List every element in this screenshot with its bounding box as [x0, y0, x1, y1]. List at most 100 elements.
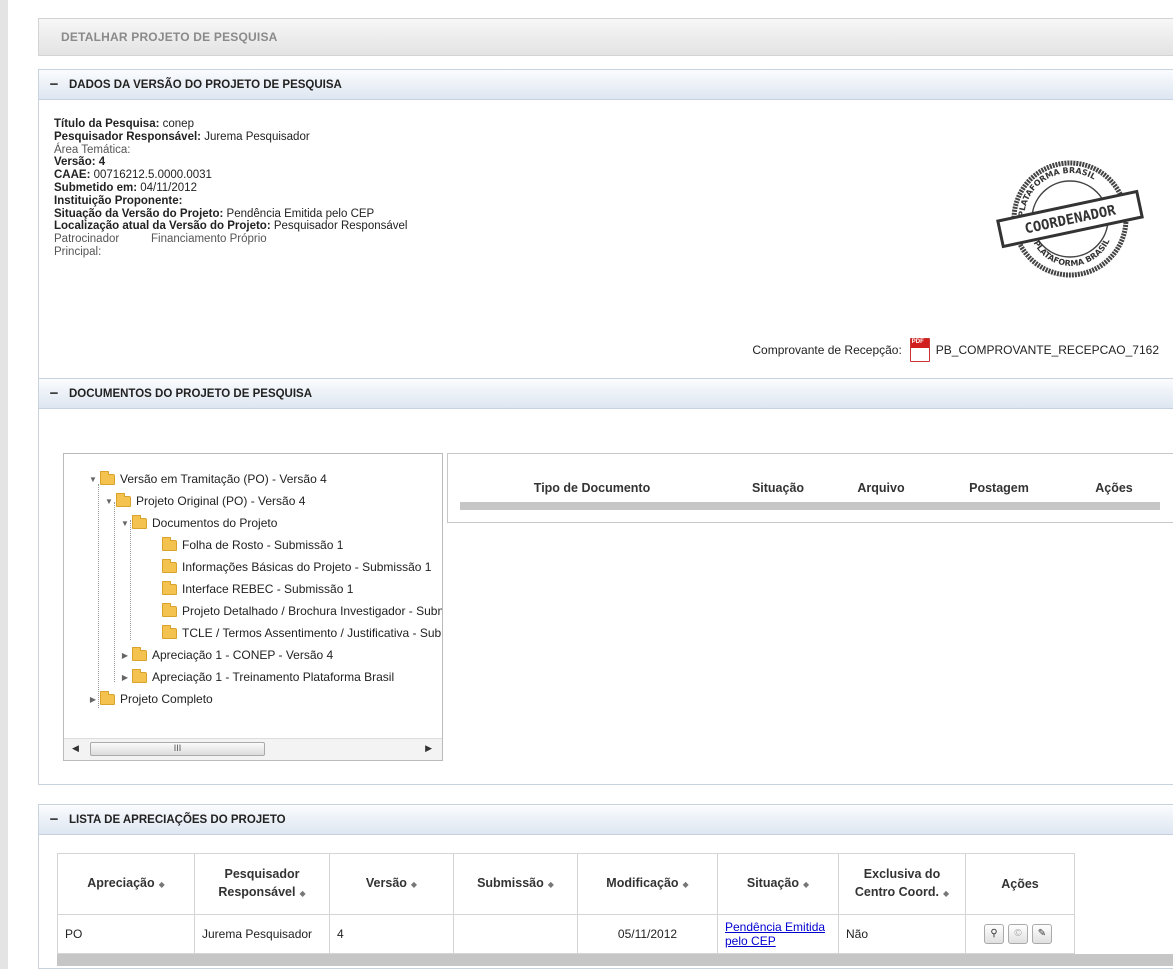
tree-node-label[interactable]: Versão em Tramitação (PO) - Versão 4	[120, 472, 327, 486]
tree-node[interactable]: TCLE / Termos Assentimento / Justificati…	[162, 624, 442, 642]
tree-node-label[interactable]: Projeto Detalhado / Brochura Investigado…	[182, 604, 442, 618]
col-situacao[interactable]: Situação ◆	[717, 853, 839, 915]
col-apreciacao[interactable]: Apreciação ◆	[57, 853, 195, 915]
sort-icon[interactable]: ◆	[803, 880, 809, 889]
tree-node-label[interactable]: Apreciação 1 - CONEP - Versão 4	[152, 648, 333, 662]
header-label: Responsável	[218, 885, 296, 899]
tree-node[interactable]: ▼ Versão em Tramitação (PO) - Versão 4	[88, 470, 327, 488]
col-pesquisador[interactable]: Pesquisador Responsável ◆	[194, 853, 330, 915]
tree-node[interactable]: ▶ Apreciação 1 - Treinamento Plataforma B…	[120, 668, 394, 686]
col-arquivo[interactable]: Arquivo	[832, 481, 930, 495]
header-label: Exclusiva do	[863, 867, 941, 881]
collapse-icon[interactable]: −	[39, 811, 69, 828]
tree-guide-line	[114, 502, 115, 682]
receipt-file-link[interactable]: PB_COMPROVANTE_RECEPCAO_7162	[936, 343, 1159, 357]
patrocinador-label: Patrocinador	[54, 233, 120, 246]
folder-icon	[162, 536, 177, 551]
expand-toggle-icon[interactable]: ▶	[88, 695, 98, 704]
situacao-link[interactable]: Pendência Emitida	[725, 920, 825, 934]
folder-icon	[100, 690, 115, 705]
edit-icon[interactable]: ✎	[1032, 924, 1052, 944]
table-header-row: Apreciação ◆ Pesquisador Responsável ◆ Vers…	[57, 853, 1075, 915]
caae-row: CAAE: 00716212.5.0000.0031	[54, 169, 407, 182]
cell-versao: 4	[329, 914, 454, 954]
tree-node-label[interactable]: Informações Básicas do Projeto - Submiss…	[182, 560, 431, 574]
pdf-icon[interactable]: PDF	[909, 338, 930, 362]
tree-node[interactable]: Interface REBEC - Submissão 1	[162, 580, 353, 598]
expand-toggle-icon[interactable]: ▼	[120, 519, 130, 528]
apreciacoes-table: Apreciação ◆ Pesquisador Responsável ◆ Vers…	[57, 853, 1075, 954]
col-exclusiva[interactable]: Exclusiva do Centro Coord. ◆	[838, 853, 966, 915]
folder-icon	[162, 558, 177, 573]
coordenador-stamp-icon: PLATAFORMA BRASIL PLATAFORMA BRASIL COOR…	[996, 160, 1144, 278]
scrollbar-thumb[interactable]: III	[90, 742, 265, 756]
left-rail	[0, 0, 8, 969]
folder-icon	[116, 492, 131, 507]
sort-icon[interactable]: ◆	[683, 880, 689, 889]
project-info: Título da Pesquisa: conep Pesquisador Re…	[54, 118, 407, 259]
situacao-value: Pendência Emitida pelo CEP	[223, 207, 375, 220]
submetido-value: 04/11/2012	[137, 181, 197, 194]
dados-panel: − DADOS DA VERSÃO DO PROJETO DE PESQUISA…	[38, 69, 1173, 388]
cell-exclusiva: Não	[838, 914, 966, 954]
scroll-left-icon[interactable]: ◀	[72, 743, 79, 754]
sort-icon[interactable]: ◆	[411, 880, 417, 889]
copy-icon[interactable]: ©	[1008, 924, 1028, 944]
col-postagem[interactable]: Postagem	[930, 481, 1068, 495]
tree-node[interactable]: ▼ Documentos do Projeto	[120, 514, 277, 532]
tree-node-label[interactable]: Projeto Completo	[120, 692, 213, 706]
folder-icon	[162, 580, 177, 595]
caae-value: 00716212.5.0000.0031	[90, 169, 212, 182]
tree-node-label[interactable]: Documentos do Projeto	[152, 516, 277, 530]
tree-node[interactable]: ▶ Projeto Completo	[88, 690, 213, 708]
scroll-right-icon[interactable]: ▶	[425, 743, 432, 754]
folder-icon	[132, 514, 147, 529]
expand-toggle-icon[interactable]: ▶	[120, 651, 130, 660]
receipt: Comprovante de Recepção: PDF PB_COMPROVA…	[752, 338, 1159, 362]
apreciacoes-panel: − LISTA DE APRECIAÇÕES DO PROJETO Apreci…	[38, 804, 1173, 969]
col-tipo-documento[interactable]: Tipo de Documento	[460, 481, 724, 495]
col-modificacao[interactable]: Modificação ◆	[577, 853, 718, 915]
folder-icon	[162, 624, 177, 639]
localizacao-value: Pesquisador Responsável	[270, 220, 408, 233]
sort-icon[interactable]: ◆	[548, 880, 554, 889]
tree-node-label[interactable]: TCLE / Termos Assentimento / Justificati…	[182, 626, 442, 640]
situacao-link[interactable]: pelo CEP	[725, 934, 776, 948]
col-acoes[interactable]: Ações	[1068, 481, 1160, 495]
collapse-icon[interactable]: −	[39, 76, 69, 93]
expand-toggle-icon[interactable]: ▼	[88, 475, 98, 484]
folder-icon	[100, 470, 115, 485]
sort-icon[interactable]: ◆	[299, 889, 305, 898]
header-label: Apreciação	[87, 876, 155, 890]
tree-node[interactable]: Informações Básicas do Projeto - Submiss…	[162, 558, 431, 576]
tree-node[interactable]: Projeto Detalhado / Brochura Investigado…	[162, 602, 442, 620]
horizontal-scrollbar[interactable]: ◀ III ▶	[64, 738, 442, 760]
expand-toggle-icon[interactable]: ▼	[104, 497, 114, 506]
col-acoes: Ações	[965, 853, 1075, 915]
pdf-icon-text: PDF	[911, 339, 924, 345]
header-label: Versão	[365, 876, 407, 890]
tree-node-label[interactable]: Folha de Rosto - Submissão 1	[182, 538, 343, 552]
collapse-icon[interactable]: −	[39, 385, 69, 402]
titulo-row: Título da Pesquisa: conep	[54, 118, 407, 131]
tree-node[interactable]: Folha de Rosto - Submissão 1	[162, 536, 343, 554]
sort-icon[interactable]: ◆	[943, 889, 949, 898]
expand-toggle-icon[interactable]: ▶	[120, 673, 130, 682]
tree-guide-line	[130, 520, 131, 640]
sort-icon[interactable]: ◆	[159, 880, 165, 889]
situacao-row: Situação da Versão do Projeto: Pendência…	[54, 208, 407, 221]
document-tree[interactable]: ▼ Versão em Tramitação (PO) - Versão 4 ▼ P…	[63, 453, 443, 761]
tree-node-label[interactable]: Interface REBEC - Submissão 1	[182, 582, 353, 596]
col-situacao[interactable]: Situação	[724, 481, 832, 495]
documentos-panel-header: − DOCUMENTOS DO PROJETO DE PESQUISA	[39, 379, 1173, 409]
col-submissao[interactable]: Submissão ◆	[453, 853, 578, 915]
tree-node[interactable]: ▼ Projeto Original (PO) - Versão 4	[104, 492, 305, 510]
view-icon[interactable]: ⚲	[984, 924, 1004, 944]
tree-node[interactable]: ▶ Apreciação 1 - CONEP - Versão 4	[120, 646, 333, 664]
col-versao[interactable]: Versão ◆	[329, 853, 454, 915]
tree-node-label[interactable]: Apreciação 1 - Treinamento Plataforma Br…	[152, 670, 394, 684]
page-title: DETALHAR PROJETO DE PESQUISA	[38, 18, 1173, 56]
folder-icon	[162, 602, 177, 617]
submetido-label: Submetido em:	[54, 181, 138, 194]
tree-node-label[interactable]: Projeto Original (PO) - Versão 4	[136, 494, 305, 508]
